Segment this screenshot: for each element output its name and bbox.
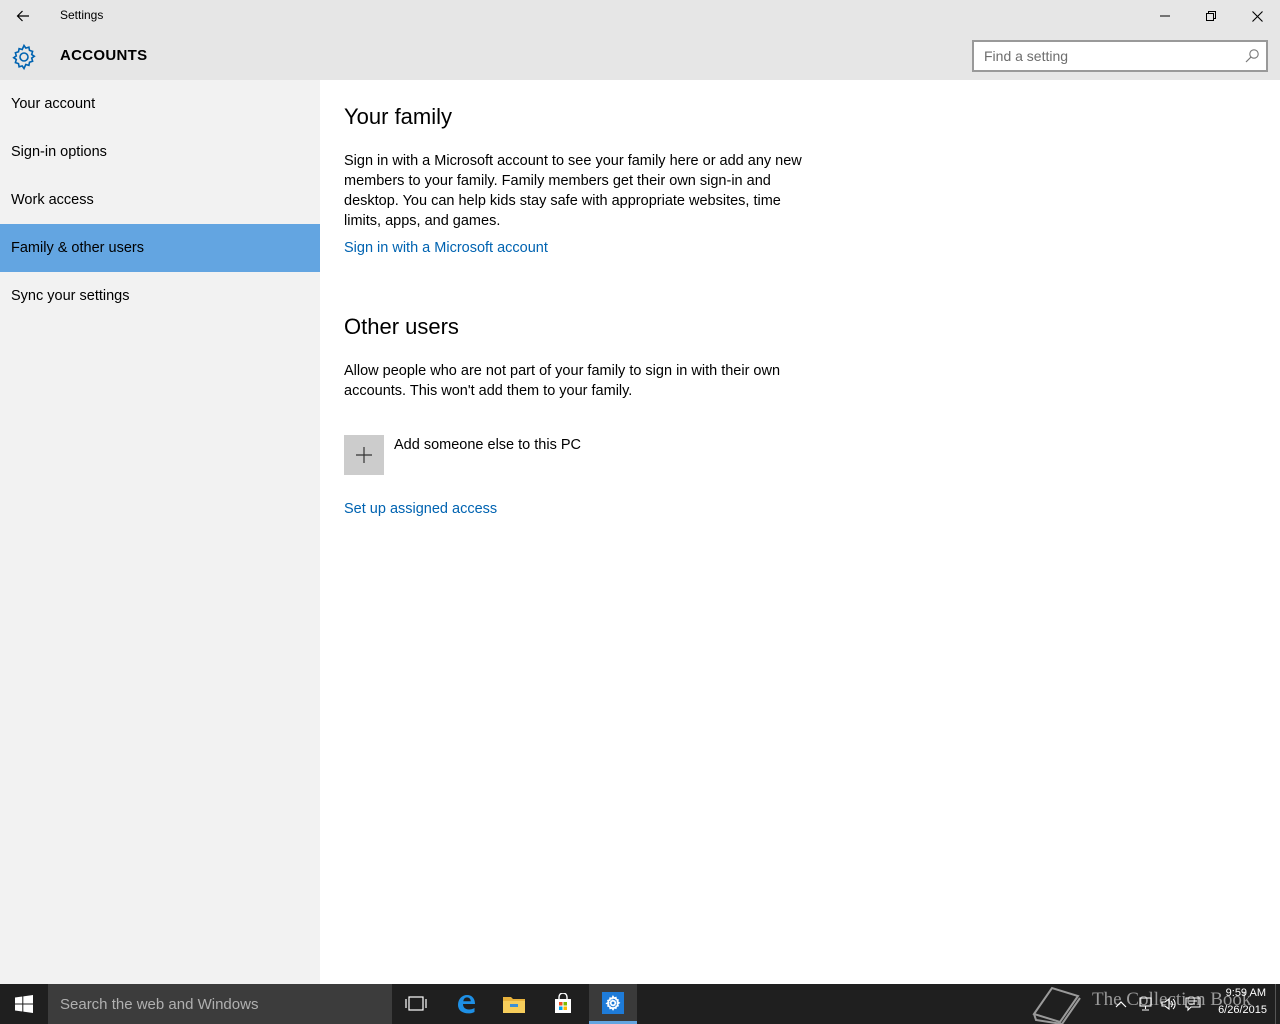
back-button[interactable] — [0, 0, 46, 32]
sidebar-item-label: Sync your settings — [11, 288, 130, 304]
action-center-icon — [1185, 997, 1201, 1012]
assigned-access-link[interactable]: Set up assigned access — [344, 501, 497, 517]
sidebar-item-sign-in-options[interactable]: Sign-in options — [0, 128, 320, 176]
close-icon — [1251, 10, 1263, 22]
page-title: ACCOUNTS — [60, 47, 148, 64]
task-view-button[interactable] — [392, 984, 440, 1024]
gear-icon — [12, 43, 36, 71]
sidebar-item-label: Family & other users — [11, 240, 144, 256]
taskbar-search-input[interactable] — [48, 984, 392, 1024]
clock-time[interactable]: 9:59 AM — [1210, 987, 1266, 999]
sidebar-item-label: Your account — [11, 96, 96, 112]
restore-icon — [1206, 11, 1216, 21]
page-header: ACCOUNTS — [0, 32, 1280, 80]
taskbar-search-box[interactable] — [48, 984, 392, 1024]
edge-icon — [458, 995, 475, 1014]
app-title: Settings — [60, 8, 104, 22]
minimize-icon — [1160, 15, 1170, 17]
task-view-icon — [405, 996, 427, 1011]
settings-search-input[interactable] — [974, 42, 1236, 70]
sidebar-item-label: Work access — [11, 192, 94, 208]
other-users-heading: Other users — [344, 314, 459, 339]
network-icon — [1139, 997, 1152, 1011]
settings-taskbar-button[interactable] — [589, 984, 637, 1024]
chevron-up-icon — [1115, 1001, 1127, 1008]
network-button[interactable] — [1134, 992, 1156, 1016]
sidebar-item-family-other-users[interactable]: Family & other users — [0, 224, 320, 272]
start-button[interactable] — [0, 984, 48, 1024]
restore-button[interactable] — [1188, 0, 1234, 32]
other-users-description: Allow people who are not part of your fa… — [344, 363, 781, 399]
windows-logo-icon — [15, 995, 33, 1013]
show-desktop-button[interactable] — [1275, 984, 1280, 1024]
book-icon — [1032, 986, 1081, 1024]
settings-search-box[interactable] — [972, 40, 1268, 72]
store-icon — [555, 993, 571, 1013]
title-bar: Settings — [0, 0, 1280, 32]
edge-button[interactable] — [442, 984, 490, 1024]
add-user-label[interactable]: Add someone else to this PC — [394, 437, 581, 453]
family-heading: Your family — [344, 104, 453, 129]
volume-icon — [1161, 997, 1176, 1011]
volume-button[interactable] — [1158, 992, 1180, 1016]
taskbar: The Collection Book 9:59 AM 6/26/2015 — [0, 984, 1280, 1024]
file-explorer-button[interactable] — [490, 984, 538, 1024]
sidebar-item-your-account[interactable]: Your account — [0, 80, 320, 128]
family-description: Sign in with a Microsoft account to see … — [344, 153, 802, 229]
sidebar: Your account Sign-in options Work access… — [0, 80, 320, 984]
close-button[interactable] — [1234, 0, 1280, 32]
sign-in-microsoft-link[interactable]: Sign in with a Microsoft account — [344, 240, 548, 256]
plus-icon — [356, 447, 372, 463]
search-icon[interactable] — [1244, 48, 1260, 64]
add-user-button[interactable] — [344, 435, 384, 475]
file-explorer-icon — [503, 997, 525, 1013]
sidebar-item-work-access[interactable]: Work access — [0, 176, 320, 224]
settings-gear-icon — [605, 994, 621, 1011]
minimize-button[interactable] — [1142, 0, 1188, 32]
tray-overflow-button[interactable] — [1110, 992, 1132, 1016]
sidebar-item-label: Sign-in options — [11, 144, 107, 160]
store-button[interactable] — [539, 984, 587, 1024]
clock-date[interactable]: 6/26/2015 — [1200, 1004, 1267, 1016]
back-arrow-icon — [16, 10, 29, 22]
sidebar-item-sync-settings[interactable]: Sync your settings — [0, 272, 320, 320]
